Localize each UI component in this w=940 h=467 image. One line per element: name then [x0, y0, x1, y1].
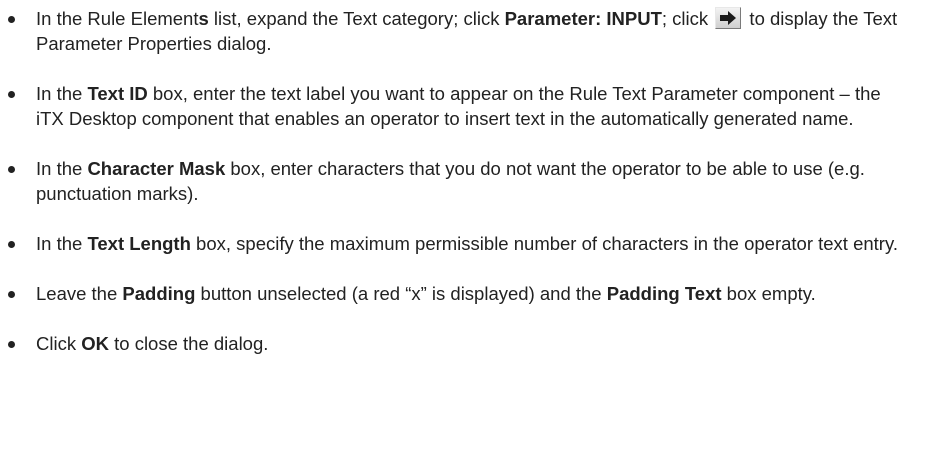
step-text: ; click: [661, 8, 714, 29]
bullet-icon: [8, 166, 15, 173]
right-arrow-button-icon: [715, 7, 742, 29]
step-text: Click: [36, 333, 82, 354]
bold-term: Character Mask: [87, 158, 226, 179]
step-text: list, expand the Text category; click: [208, 8, 505, 29]
step-text: box, specify the maximum permissible num…: [190, 233, 898, 254]
step-text: box, enter the text label you want to ap…: [36, 83, 881, 129]
step-text: In the Rule Element: [36, 8, 199, 29]
bullet-icon: [8, 16, 15, 23]
list-item: In the Character Mask box, enter charact…: [0, 156, 906, 206]
bold-term: Parameter: INPUT: [504, 8, 662, 29]
step-text: button unselected (a red “x” is displaye…: [195, 283, 607, 304]
step-text: In the: [36, 158, 88, 179]
bold-term: Padding: [122, 283, 196, 304]
list-item: In the Rule Elements list, expand the Te…: [0, 6, 906, 56]
list-item: Click OK to close the dialog.: [0, 331, 906, 356]
step-text: Leave the: [36, 283, 123, 304]
step-text: box empty.: [721, 283, 816, 304]
bullet-icon: [8, 91, 15, 98]
instruction-document: In the Rule Elements list, expand the Te…: [0, 0, 940, 467]
step-text: In the: [36, 83, 88, 104]
bold-term: Text ID: [87, 83, 148, 104]
bold-term: OK: [81, 333, 109, 354]
bold-term: s: [198, 8, 209, 29]
step-text: In the: [36, 233, 88, 254]
list-item: In the Text ID box, enter the text label…: [0, 81, 906, 131]
bold-term: Padding Text: [606, 283, 722, 304]
bold-term: Text Length: [87, 233, 191, 254]
step-text: to close the dialog.: [108, 333, 269, 354]
bullet-icon: [8, 291, 15, 298]
step-list: In the Rule Elements list, expand the Te…: [0, 6, 940, 356]
list-item: Leave the Padding button unselected (a r…: [0, 281, 906, 306]
list-item: In the Text Length box, specify the maxi…: [0, 231, 906, 256]
bullet-icon: [8, 341, 15, 348]
bullet-icon: [8, 241, 15, 248]
